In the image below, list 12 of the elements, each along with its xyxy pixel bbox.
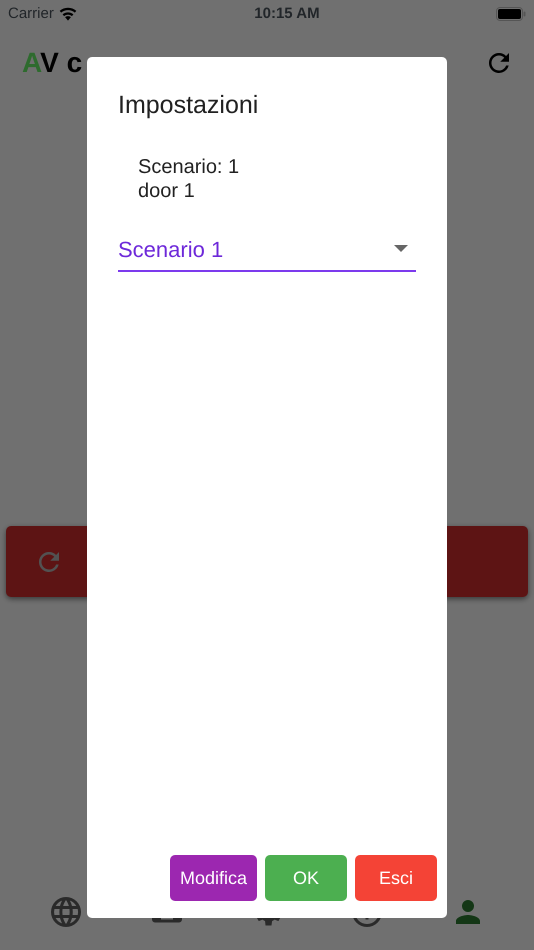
clock-time: 10:15 AM: [254, 4, 320, 24]
dialog-title: Impostazioni: [118, 90, 260, 121]
app-title-part: A: [22, 47, 40, 78]
battery-icon: [496, 7, 526, 21]
caret-icon: [394, 245, 408, 253]
dialog-button[interactable]: Modifica: [170, 855, 257, 901]
app-title-part: V c: [40, 47, 82, 78]
info-text: Scenario: 1: [138, 154, 240, 178]
dialog-button[interactable]: Esci: [355, 855, 437, 901]
carrier-label: Carrier: [8, 4, 54, 24]
info-text: door 1: [138, 178, 196, 202]
scenario-dropdown[interactable]: Scenario 1: [118, 230, 416, 272]
